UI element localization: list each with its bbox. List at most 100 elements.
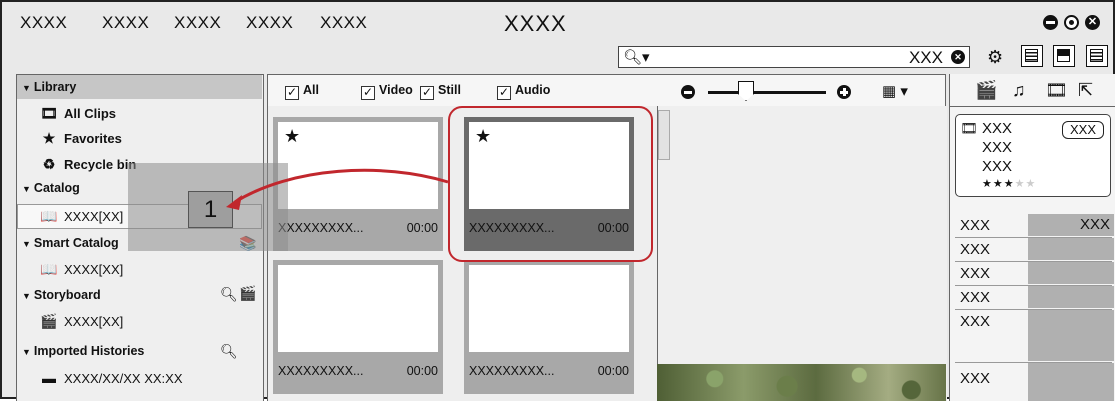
- clear-search-icon[interactable]: ✕: [951, 50, 965, 64]
- clip-thumbnail-image: [273, 260, 443, 352]
- menu-bar: XXXX XXXX XXXX XXXX XXXX XXXX ✕: [2, 2, 1113, 44]
- properties-toolbar: 🎬 ♫ 🎞 ⇱: [950, 74, 1115, 107]
- filter-all-label: All: [303, 83, 319, 97]
- detail-view-button[interactable]: [1086, 45, 1108, 67]
- sidebar-item-all-clips[interactable]: 🎞 All Clips: [39, 102, 116, 124]
- property-row: XXX: [955, 286, 1115, 308]
- property-value[interactable]: [1028, 310, 1114, 361]
- grid-layout-dropdown-icon[interactable]: ▦ ▾: [882, 82, 908, 100]
- section-catalog-label: Catalog: [33, 181, 80, 195]
- preview-scrollbar[interactable]: [658, 110, 670, 160]
- property-value[interactable]: [1028, 238, 1114, 260]
- detail-view-icon: [1090, 49, 1103, 62]
- recycle-bin-icon: ♻: [42, 156, 56, 172]
- property-row: XXX: [955, 310, 1115, 361]
- property-value[interactable]: [1028, 262, 1114, 284]
- property-key: XXX: [960, 370, 991, 387]
- sidebar-item-catalog[interactable]: 📖 XXXX[XX]: [39, 205, 123, 227]
- preview-image: [657, 364, 946, 401]
- property-row: XXX: [955, 238, 1115, 260]
- clip-name: XXXXXXXXX...: [469, 364, 555, 378]
- add-storyboard-icon[interactable]: 🎬: [239, 285, 256, 302]
- sidebar-item-imported[interactable]: ▬ XXXX/XX/XX XX:XX: [39, 367, 183, 389]
- zoom-slider-thumb[interactable]: [738, 81, 754, 101]
- menu-item-5[interactable]: XXXX: [320, 13, 367, 33]
- checkbox-box: ✓: [285, 85, 299, 100]
- clip-info-line-3: XXX: [982, 158, 1013, 175]
- minimize-button[interactable]: [1043, 15, 1058, 30]
- clip-info-line-1: XXX: [982, 120, 1013, 137]
- checkbox-box: ✓: [420, 85, 434, 100]
- property-value[interactable]: XXX: [1028, 214, 1114, 236]
- maximize-button[interactable]: [1064, 15, 1079, 30]
- clip-duration: 00:00: [597, 364, 629, 378]
- property-key: XXX: [960, 265, 991, 282]
- sidebar-item-label: Favorites: [64, 131, 122, 146]
- film-icon: 🎞: [960, 120, 978, 136]
- clips-icon: 🎞: [40, 105, 58, 121]
- clip-info-line-2: XXX: [982, 139, 1013, 156]
- music-note-icon[interactable]: ♫: [1012, 80, 1026, 101]
- filter-audio-label: Audio: [515, 83, 551, 97]
- clip-info-card: 🎞 XXX XXX XXX XXX ★★★★★: [955, 114, 1111, 197]
- sidebar-item-label: XXXX[XX]: [64, 209, 124, 224]
- checkbox-box: ✓: [361, 85, 375, 100]
- filter-audio-checkbox[interactable]: ✓ Audio: [497, 83, 550, 100]
- search-input[interactable]: 🔍︎▾ XXX ✕: [618, 46, 970, 68]
- favorite-star-icon[interactable]: ★: [284, 126, 300, 147]
- clip-name: XXXXXXXXX...: [278, 364, 364, 378]
- section-smart-catalog-label: Smart Catalog: [33, 236, 119, 250]
- clip-info-bar: XXXXXXXXX... 00:00: [273, 209, 443, 251]
- window-title: XXXX: [504, 11, 567, 36]
- section-library[interactable]: ▼ Library: [17, 75, 262, 99]
- clips-icon[interactable]: 🎞: [1045, 80, 1068, 101]
- clip-info-bar: XXXXXXXXX... 00:00: [464, 352, 634, 394]
- selection-highlight-ring: [448, 106, 653, 262]
- zoom-slider-track[interactable]: [708, 91, 826, 94]
- menu-item-1[interactable]: XXXX: [20, 13, 67, 33]
- filter-still-label: Still: [438, 83, 461, 97]
- rating-stars[interactable]: ★★★★★: [982, 177, 1036, 190]
- zoom-in-icon[interactable]: [837, 85, 851, 99]
- sidebar-item-smart-catalog[interactable]: 📖 XXXX[XX]: [39, 258, 123, 280]
- export-icon[interactable]: ⇱: [1078, 80, 1093, 101]
- checkbox-box: ✓: [497, 85, 511, 100]
- list-view-button[interactable]: [1021, 45, 1043, 67]
- zoom-out-icon[interactable]: [681, 85, 695, 99]
- filter-all-checkbox[interactable]: ✓ All: [285, 83, 319, 100]
- folder-icon: ▬: [42, 370, 56, 386]
- property-key: XXX: [960, 313, 991, 330]
- sidebar-item-storyboard[interactable]: 🎬 XXXX[XX]: [39, 310, 123, 332]
- sidebar-item-label: XXXX[XX]: [64, 314, 124, 329]
- list-view-icon: [1025, 49, 1038, 62]
- sidebar-item-label: Recycle bin: [64, 157, 137, 172]
- search-storyboard-icon[interactable]: 🔍︎: [220, 286, 238, 303]
- clip-name: XXXXXXXXX...: [278, 221, 364, 235]
- menu-item-4[interactable]: XXXX: [246, 13, 293, 33]
- clip-thumbnail-image: ★: [273, 117, 443, 209]
- menu-item-3[interactable]: XXXX: [174, 13, 221, 33]
- section-storyboard-label: Storyboard: [33, 288, 101, 302]
- sidebar-item-recycle-bin[interactable]: ♻ Recycle bin: [39, 153, 137, 175]
- search-history-icon[interactable]: 🔍︎: [220, 343, 238, 360]
- menu-item-2[interactable]: XXXX: [102, 13, 149, 33]
- properties-panel: 🎬 ♫ 🎞 ⇱ 🎞 XXX XXX XXX XXX ★★★★★ XXX XXX …: [949, 74, 1115, 401]
- sidebar-item-favorites[interactable]: ★ Favorites: [39, 127, 122, 149]
- filter-video-checkbox[interactable]: ✓ Video: [361, 83, 413, 100]
- property-key: XXX: [960, 241, 991, 258]
- search-dropdown-icon[interactable]: 🔍︎▾: [623, 48, 650, 66]
- gear-icon[interactable]: ⚙: [987, 47, 1003, 68]
- star-icon: ★: [42, 130, 56, 146]
- filter-still-checkbox[interactable]: ✓ Still: [420, 83, 461, 100]
- close-button[interactable]: ✕: [1085, 15, 1100, 30]
- clip-duration: 00:00: [406, 221, 438, 235]
- property-key: XXX: [960, 217, 991, 234]
- property-value[interactable]: [1028, 286, 1114, 308]
- book-icon: 📖: [40, 208, 58, 224]
- thumbnail-view-icon: [1057, 49, 1070, 62]
- filter-video-label: Video: [379, 83, 413, 97]
- clapper-icon[interactable]: 🎬: [975, 80, 997, 101]
- property-value[interactable]: [1028, 363, 1114, 401]
- thumbnail-view-button[interactable]: [1053, 45, 1075, 67]
- book-icon: 📖: [40, 261, 58, 277]
